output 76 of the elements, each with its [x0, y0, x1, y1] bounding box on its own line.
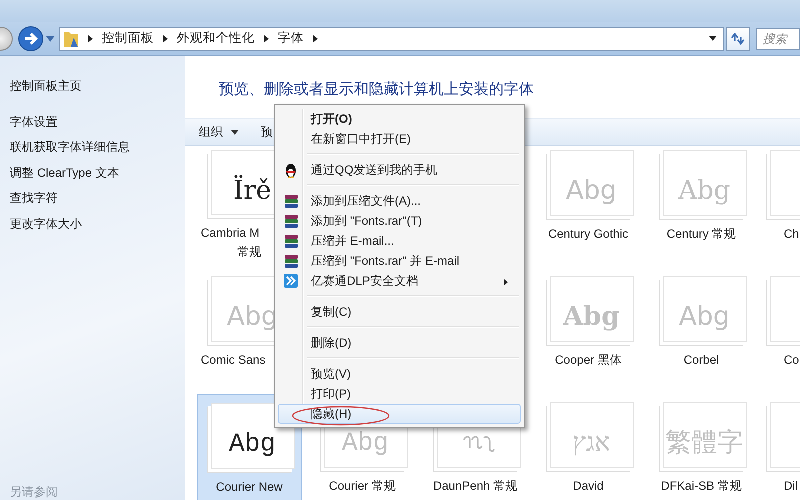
chevrons-icon — [284, 274, 298, 288]
font-item[interactable]: Abg Courier New — [197, 394, 302, 500]
breadcrumb[interactable]: 外观和个性化 — [177, 30, 255, 47]
font-sample-text: 繁體字 — [666, 430, 744, 456]
history-dropdown-icon[interactable] — [46, 36, 55, 42]
forward-button[interactable] — [18, 26, 44, 52]
font-name: Cambria M — [201, 225, 260, 241]
page-heading: 预览、删除或者显示和隐藏计算机上安装的字体 — [218, 80, 535, 100]
books-icon — [284, 214, 299, 229]
sidebar-link[interactable]: 查找字符 — [10, 186, 185, 212]
menu-item[interactable]: 压缩并 E-mail... — [278, 231, 521, 251]
font-sample-text: Abg — [342, 430, 389, 456]
menu-item[interactable]: 通过QQ发送到我的手机 — [278, 160, 521, 180]
separator-arrow-icon[interactable] — [313, 34, 318, 42]
font-sample-text: Abg — [678, 178, 731, 204]
search-field[interactable]: 搜索 — [756, 28, 800, 50]
folder-icon — [63, 30, 79, 48]
menu-item[interactable]: 隐藏(H) — [278, 404, 521, 424]
sidebar-link[interactable]: 联机获取字体详细信息 — [10, 135, 185, 160]
menu-item[interactable]: 亿赛通DLP安全文档 — [278, 271, 521, 291]
font-name: Cooper 黑体 — [555, 352, 622, 368]
font-item[interactable]: 繁體字 DFKai-SB 常规 — [649, 394, 754, 500]
font-item[interactable]: Co — [762, 268, 800, 386]
font-item[interactable]: Abg Century 常规 — [649, 146, 754, 260]
penguin-icon — [284, 163, 298, 179]
font-name: Courier 常规 — [329, 478, 396, 494]
sidebar-link[interactable]: 调整 ClearType 文本 — [10, 160, 185, 186]
font-name: Co — [784, 352, 800, 368]
see-also-heading: 另请参阅 — [10, 485, 59, 499]
menu-item[interactable]: 复制(C) — [278, 302, 521, 322]
books-icon — [284, 194, 299, 209]
menu-item[interactable]: 打开(O) — [278, 109, 521, 129]
font-style: 常规 — [238, 244, 262, 260]
breadcrumb[interactable]: 控制面板 — [102, 30, 154, 47]
dropdown-arrow-icon[interactable] — [709, 36, 717, 41]
font-sample-text: Abg — [679, 304, 730, 330]
font-name: Century Gothic — [548, 226, 629, 242]
font-item[interactable]: Abg Cooper 黑体 — [536, 268, 641, 386]
menu-item[interactable]: 预览(V) — [278, 364, 521, 384]
font-name: Corbel — [684, 352, 720, 368]
font-name: Courier New — [216, 479, 283, 495]
font-sample-text: Ïrě — [233, 178, 272, 204]
sidebar-link[interactable]: 字体设置 — [10, 110, 185, 135]
sidebar-link[interactable]: 更改字体大小 — [10, 212, 185, 237]
font-name: Comic Sans — [201, 352, 266, 368]
toolbar-button[interactable]: 预 — [261, 124, 273, 140]
separator-arrow-icon[interactable] — [264, 34, 269, 42]
address-bar[interactable]: 控制面板 外观和个性化 字体 — [59, 26, 724, 50]
menu-item[interactable]: 压缩到 "Fonts.rar" 并 E-mail — [278, 251, 521, 271]
menu-item[interactable]: 添加到 "Fonts.rar"(T) — [278, 211, 521, 231]
font-sample-text: Abg — [229, 431, 276, 457]
font-name: Century 常规 — [666, 226, 736, 242]
menu-item[interactable]: 添加到压缩文件(A)... — [278, 191, 521, 211]
font-name: DaunPenh 常规 — [433, 478, 518, 494]
font-item[interactable]: Abg Century Gothic — [536, 146, 641, 260]
toolbar-button[interactable]: 组织 — [199, 124, 243, 140]
font-sample-text: Abg — [566, 178, 617, 204]
font-item[interactable]: Abg Corbel — [649, 268, 754, 386]
menu-item[interactable]: 删除(D) — [278, 333, 521, 353]
font-name: DFKai-SB 常规 — [661, 478, 742, 494]
books-icon — [284, 234, 299, 249]
separator-arrow-icon[interactable] — [163, 34, 168, 42]
breadcrumb[interactable]: 字体 — [278, 30, 304, 47]
font-name: David — [573, 478, 604, 494]
font-item[interactable]: Ch — [762, 146, 800, 260]
font-name: Ch — [784, 226, 800, 242]
sidebar-link[interactable]: 控制面板主页 — [10, 74, 185, 100]
font-sample-text: אגץ — [572, 430, 610, 456]
font-name: Dil — [784, 478, 798, 494]
refresh-icon — [731, 32, 745, 44]
menu-item[interactable]: 在新窗口中打开(E) — [278, 129, 521, 149]
books-icon — [284, 254, 299, 269]
separator-arrow-icon[interactable] — [88, 34, 93, 42]
font-item[interactable]: Dil — [762, 394, 800, 500]
refresh-button[interactable] — [726, 26, 750, 50]
font-sample-text: Abg — [563, 304, 620, 330]
